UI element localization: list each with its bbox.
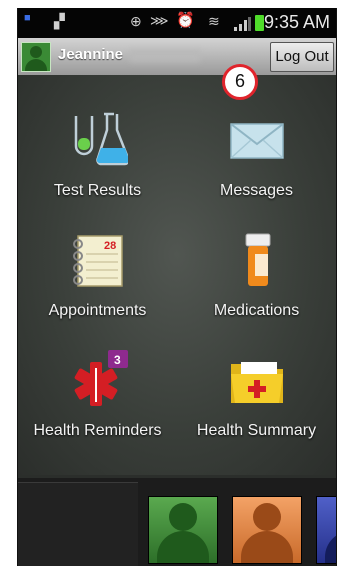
vibrate-icon: ⋙ [150,13,169,28]
tile-label: Test Results [53,182,142,199]
callout-number: 6 [222,64,258,100]
tile-health-reminders[interactable]: 3 Health Reminders [18,340,177,460]
user-avatar[interactable] [21,42,51,72]
location-icon: ⊕ [130,13,142,29]
alarm-icon: ⏰ [176,12,195,29]
reminders-count-badge: 3 [114,353,121,367]
tile-label: Health Reminders [33,422,162,439]
tile-health-summary[interactable]: Health Summary [177,340,336,460]
logout-button[interactable]: Log Out [270,42,334,72]
signal-icon [234,17,251,31]
tile-label: Medications [213,302,300,319]
status-bar: ■ ▞ ⊕ ⋙ ⏰ ≋ 9:35 AM [18,8,336,38]
envelope-icon [229,123,284,159]
usb-debug-icon: ■ [24,12,31,24]
clock: 9:35 AM [263,12,330,32]
wifi-icon: ≋ [208,13,220,29]
calendar-icon: 28 [72,235,123,287]
tile-messages[interactable]: Messages [177,100,336,220]
tile-medications[interactable]: Medications [177,220,336,340]
battery-icon [255,15,264,31]
dock-empty-panel [18,482,138,566]
tile-appointments[interactable]: 28 Appointments [18,220,177,340]
medical-folder-icon [230,362,283,403]
profile-card-green[interactable] [148,496,218,564]
tile-label: Messages [220,182,293,199]
pill-bottle-icon [245,233,270,286]
profile-card-blue[interactable] [316,496,336,564]
phone-screen: ■ ▞ ⊕ ⋙ ⏰ ≋ 9:35 AM Jeannine Log Out Tes… [17,8,337,566]
profile-card-orange[interactable] [232,496,302,564]
redacted-surname [130,50,200,62]
tile-label: Appointments [48,302,147,319]
bottom-dock [18,478,336,566]
tile-label: Health Summary [196,422,317,439]
user-name: Jeannine [58,46,124,63]
calendar-date: 28 [104,240,116,252]
menu-grid: Test Results Messages 28 Appointments Me… [18,75,336,475]
tile-test-results[interactable]: Test Results [18,100,177,220]
star-of-life-icon: 3 [74,350,128,406]
lab-flask-icon [74,112,128,166]
sim-icon: ▞ [54,13,65,29]
user-bar: Jeannine Log Out [18,38,336,76]
